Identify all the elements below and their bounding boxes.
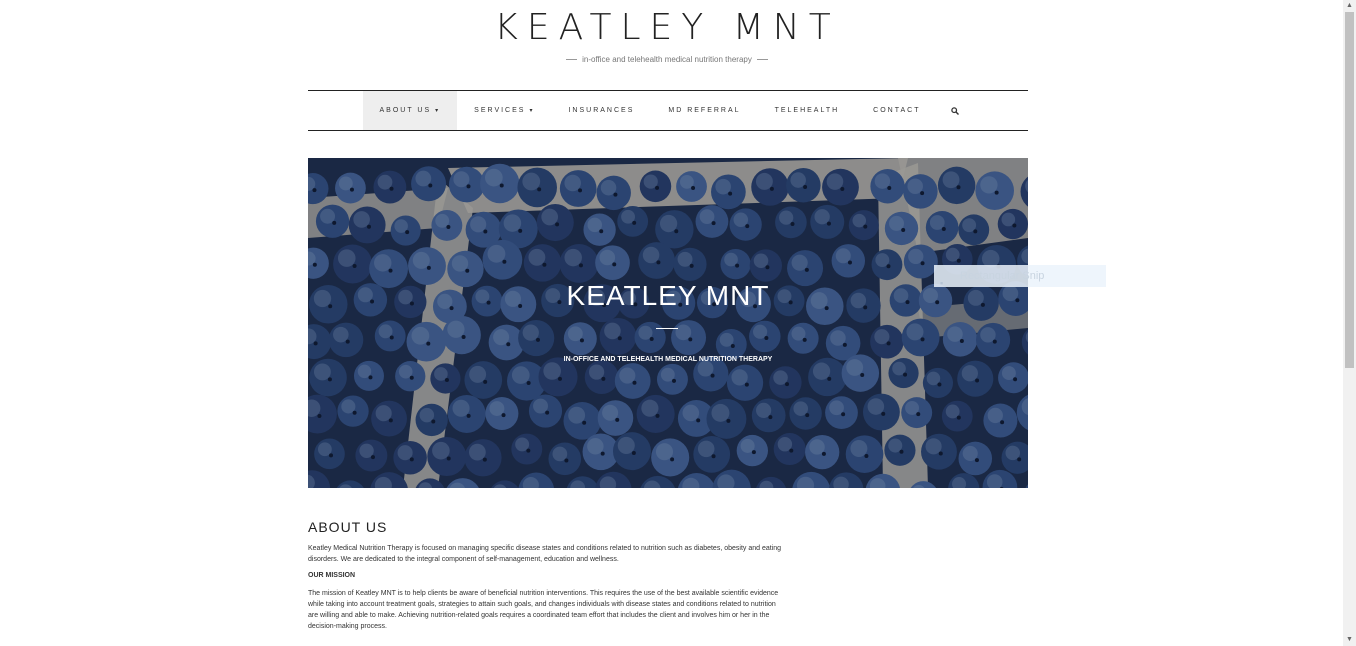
scroll-up-arrow-icon[interactable]: ▲ — [1343, 0, 1356, 12]
blueberries-image — [308, 158, 1028, 488]
mission-heading: OUR MISSION — [308, 572, 356, 579]
page-scrollbar[interactable]: ▲ ▼ — [1343, 0, 1356, 646]
about-heading: ABOUT US — [308, 519, 388, 535]
nav-item-label: CONTACT — [873, 107, 921, 114]
mission-text: The mission of Keatley MNT is to help cl… — [308, 590, 779, 630]
hero-divider — [656, 328, 678, 329]
main-nav: ABOUT US ▾ SERVICES ▾ INSURANCES MD REFERR… — [308, 90, 1028, 131]
nav-item-about-us[interactable]: ABOUT US ▾ — [362, 91, 458, 130]
search-icon — [951, 106, 960, 115]
chevron-down-icon: ▾ — [529, 108, 535, 114]
site-title[interactable]: KEATLEY MNT — [0, 6, 1334, 50]
hero-subtitle: IN-OFFICE AND TELEHEALTH MEDICAL NUTRITI… — [563, 356, 773, 363]
nav-search-button[interactable] — [937, 91, 973, 130]
nav-item-insurances[interactable]: INSURANCES — [551, 91, 651, 130]
hero-title: KEATLEY MNT — [566, 280, 770, 311]
nav-item-label: TELEHEALTH — [774, 107, 840, 114]
nav-item-label: SERVICES — [474, 107, 526, 114]
tagline-dash-left — [566, 59, 578, 61]
about-intro: Keatley Medical Nutrition Therapy is foc… — [308, 545, 782, 563]
rectangular-snip-overlay[interactable]: ▪ Rectangular Snip — [934, 265, 1106, 289]
scroll-down-arrow-icon[interactable]: ▼ — [1343, 634, 1356, 646]
tagline-text: in-office and telehealth medical nutriti… — [582, 55, 752, 64]
nav-item-telehealth[interactable]: TELEHEALTH — [758, 91, 857, 130]
nav-item-contact[interactable]: CONTACT — [856, 91, 937, 130]
nav-item-md-referral[interactable]: MD REFERRAL — [651, 91, 757, 130]
chevron-down-icon: ▾ — [435, 108, 441, 114]
nav-item-services[interactable]: SERVICES ▾ — [457, 91, 551, 130]
snip-icon: ▪ — [940, 278, 944, 289]
scroll-thumb[interactable] — [1345, 12, 1354, 368]
snip-label: Rectangular Snip — [960, 270, 1045, 282]
nav-item-label: INSURANCES — [568, 107, 635, 114]
nav-item-label: ABOUT US — [379, 107, 432, 114]
hero-banner — [308, 158, 1028, 488]
site-tagline: in-office and telehealth medical nutriti… — [0, 55, 1334, 65]
nav-item-label: MD REFERRAL — [668, 107, 741, 114]
tagline-dash-right — [756, 59, 768, 61]
